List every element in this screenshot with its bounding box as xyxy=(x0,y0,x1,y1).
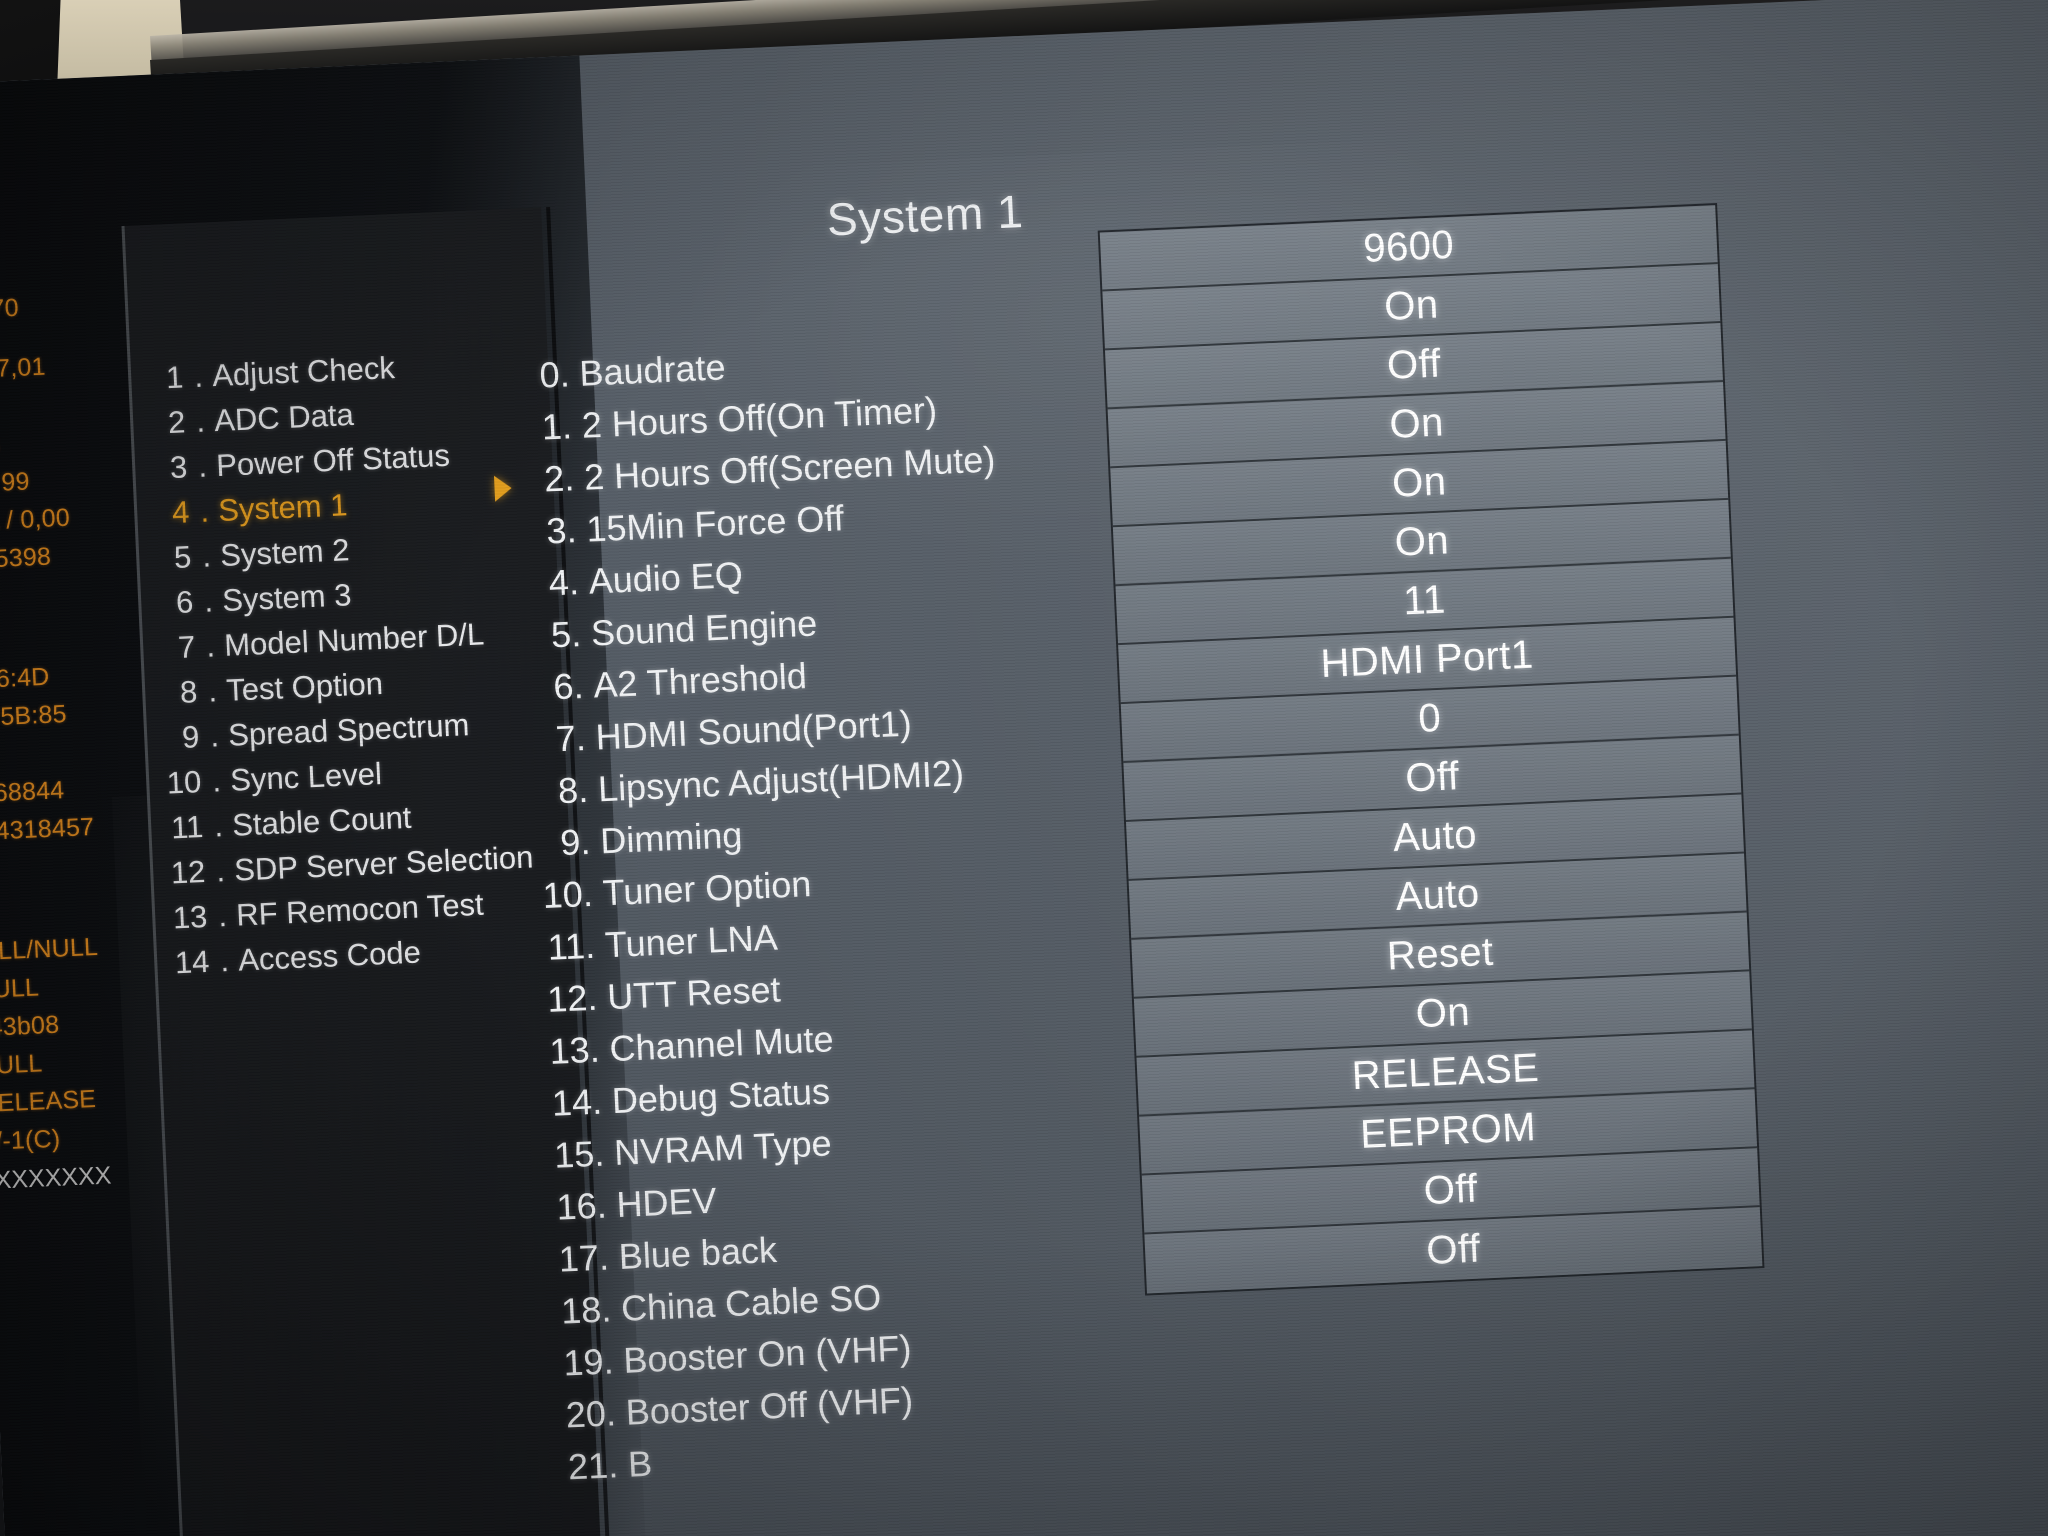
list-item-label: 15Min Force Off xyxy=(585,497,845,550)
list-item-label: Booster Off (VHF) xyxy=(624,1379,914,1433)
list-item-label: Blue back xyxy=(617,1228,778,1277)
list-item-number: 1. xyxy=(540,405,573,448)
list-item-number: 15. xyxy=(553,1132,606,1176)
list-item-number: 11. xyxy=(546,924,596,968)
list-item-label: B xyxy=(627,1442,653,1485)
sidebar-item-number: 7 xyxy=(177,629,197,665)
sidebar-item-label: ADC Data xyxy=(213,396,355,439)
list-item-number: 16. xyxy=(555,1184,608,1228)
list-item-number: 21. xyxy=(567,1444,620,1488)
list-item-label: Baudrate xyxy=(578,346,727,394)
sidebar-item-number: 11 xyxy=(170,809,205,846)
sidebar-item-separator: . xyxy=(193,358,204,394)
sidebar-item-separator: . xyxy=(201,538,212,574)
sidebar-item-number: 8 xyxy=(179,674,199,710)
sidebar-item-separator: . xyxy=(195,403,206,439)
sidebar-item-separator: . xyxy=(217,898,228,934)
list-item-number: 17. xyxy=(557,1236,610,1280)
sidebar-item-number: 5 xyxy=(173,539,193,576)
sidebar-item-number: 2 xyxy=(167,404,187,441)
sidebar-item-separator: . xyxy=(199,493,210,529)
list-item-number: 9. xyxy=(559,820,592,864)
list-item-number: 8. xyxy=(557,768,589,812)
sidebar-item-separator: . xyxy=(213,808,224,844)
sidebar-item-number: 10 xyxy=(166,764,203,801)
list-item-label: Debug Status xyxy=(610,1070,831,1122)
sidebar-item-separator: . xyxy=(211,763,222,799)
list-item-number: 14. xyxy=(550,1080,603,1124)
list-item-label: UTT Reset xyxy=(606,968,782,1018)
sidebar-item-separator: . xyxy=(203,583,214,619)
list-item-label: Channel Mute xyxy=(608,1018,835,1070)
sidebar-item-number: 3 xyxy=(169,449,189,486)
list-item-label: China Cable SO xyxy=(620,1276,882,1329)
list-item-label: Audio EQ xyxy=(587,553,744,602)
sidebar-item-separator: . xyxy=(205,628,216,664)
page-title: System 1 xyxy=(825,184,1025,246)
debug-line: 0/-1(C) xyxy=(0,1124,61,1157)
list-item-label: Tuner Option xyxy=(601,863,813,914)
sidebar-item-number: 6 xyxy=(175,584,195,620)
sidebar-item-separator: . xyxy=(219,943,230,979)
list-item-number: 13. xyxy=(548,1028,601,1072)
sidebar-item-label: Power Off Status xyxy=(215,437,451,484)
list-item-label: Booster On (VHF) xyxy=(622,1327,913,1381)
list-item-label: Tuner LNA xyxy=(604,916,779,966)
list-item-number: 2. xyxy=(543,457,576,500)
debug-footer-text: _XXXXXXX xyxy=(0,1161,112,1196)
sidebar-item-label: Spread Spectrum xyxy=(227,707,471,753)
sidebar-item-label: Test Option xyxy=(225,665,384,708)
sidebar-item-separator: . xyxy=(215,853,226,889)
list-item-number: 4. xyxy=(547,561,580,604)
list-item-number: 7. xyxy=(554,716,587,760)
sidebar-item-number: 9 xyxy=(181,719,201,755)
sidebar-item-number: 14 xyxy=(174,943,211,981)
list-item-number: 0. xyxy=(538,353,571,396)
tv-service-menu-screen: ZBLH77004,27,010,00,1300 / 99ULL / 0,00T… xyxy=(0,0,2048,1536)
sidebar-item-label: System 1 xyxy=(217,487,349,529)
list-item-number: 5. xyxy=(550,613,582,656)
sidebar-item-number: 13 xyxy=(172,898,209,936)
sidebar-item-number: 4 xyxy=(171,494,191,531)
sidebar-item-label: System 3 xyxy=(221,577,353,618)
list-item-label: A2 Threshold xyxy=(592,655,808,706)
settings-value-table[interactable]: 9600 On Off On On On 11 HDMI Port1 0 Off Auto Auto R… xyxy=(1097,203,1765,1296)
photo-of-tv-screen: ZBLH77004,27,010,00,1300 / 99ULL / 0,00T… xyxy=(0,0,2048,1536)
sidebar-item-number: 1 xyxy=(165,359,185,396)
sidebar-item-separator: . xyxy=(209,718,220,754)
list-item-number: 3. xyxy=(545,509,578,552)
list-item-number: 6. xyxy=(552,664,585,708)
right-triangle-marker-icon xyxy=(493,474,513,502)
list-item-label: Sound Engine xyxy=(590,602,818,654)
list-item-label: HDEV xyxy=(615,1179,718,1225)
list-item-number: 20. xyxy=(564,1392,617,1436)
sidebar-item-label: Sync Level xyxy=(229,756,383,798)
sidebar-item-number: 12 xyxy=(170,853,207,891)
sidebar-item-separator: . xyxy=(197,448,208,484)
list-item-label: Dimming xyxy=(599,814,744,862)
list-item-number: 12. xyxy=(546,976,599,1020)
list-item-label: NVRAM Type xyxy=(613,1122,833,1174)
sidebar-item-label: Stable Count xyxy=(231,799,413,843)
sidebar-item-label: Adjust Check xyxy=(211,350,396,394)
list-item-number: 19. xyxy=(562,1340,615,1384)
list-item-number: 10. xyxy=(541,872,594,916)
list-item-number: 18. xyxy=(560,1288,613,1332)
sidebar-item-separator: . xyxy=(207,673,218,709)
sidebar-item-label: System 2 xyxy=(219,532,351,573)
sidebar-item-label: Access Code xyxy=(237,934,422,978)
